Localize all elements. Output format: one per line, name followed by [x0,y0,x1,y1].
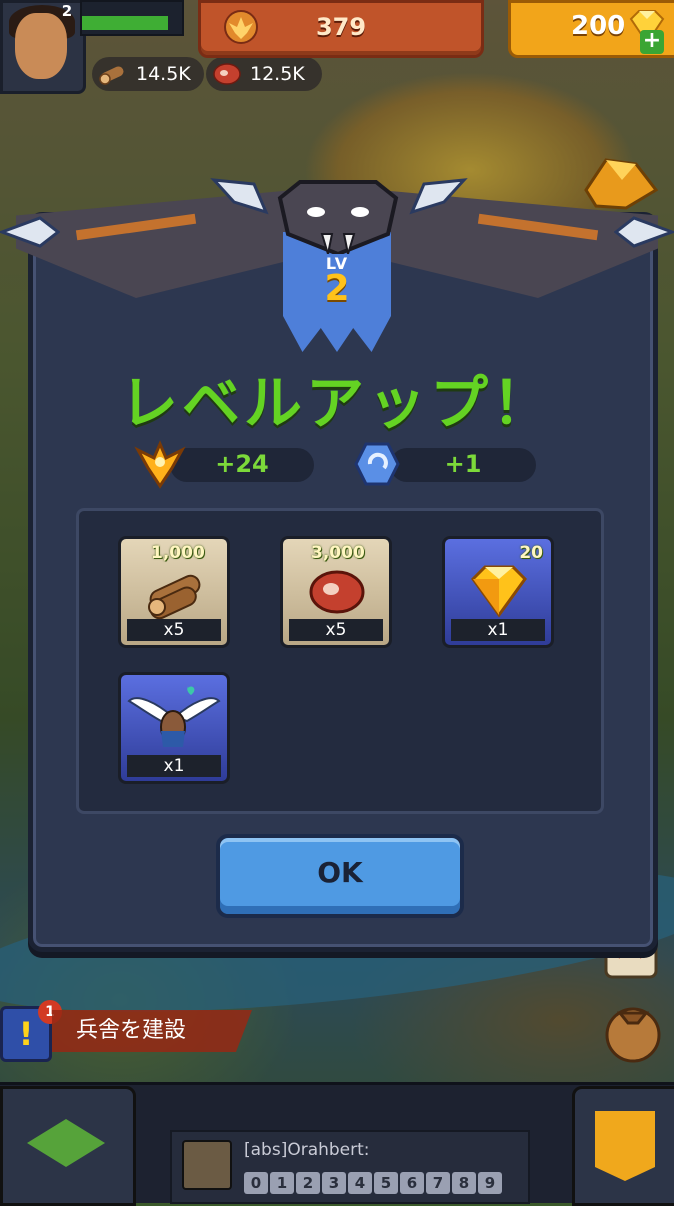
reward-flying-pet[interactable]: x1 [118,672,230,784]
chat-digit: 2 [296,1172,320,1194]
quest-tracker[interactable]: ! 1 兵舎を建設 [0,1000,252,1062]
level-banner-number: 2 [324,268,350,309]
top-hud: 2 14.5K 12.5K 379 200 + [0,0,674,95]
reward-qty: x5 [289,619,383,641]
gem-amount: 200 [571,11,626,41]
wood-amount: 14.5K [136,63,191,85]
chat-digit: 8 [452,1172,476,1194]
meat-icon [309,570,365,614]
chat-digit: 6 [400,1172,424,1194]
chat-message: 0 1 2 3 4 5 6 7 8 9 [244,1172,502,1194]
spear-tip-icon [210,178,269,215]
reward-qty: x1 [451,619,545,641]
meat-amount: 12.5K [250,63,305,85]
map-tile-icon [27,1119,105,1167]
chat-digit: 9 [478,1172,502,1194]
skill-point-icon [354,442,400,486]
reward-amount: 1,000 [151,543,205,563]
gold-amount: 379 [315,13,367,41]
wood-resource[interactable]: 14.5K [92,57,204,91]
chat-avatar [182,1140,232,1190]
wood-icon [99,66,124,85]
skill-gain-value: +1 [444,450,482,478]
reward-wood[interactable]: 1,000 x5 [118,536,230,648]
alliance-banner-button[interactable] [572,1086,674,1206]
level-up-title: レベルアップ！ [119,369,554,437]
reward-meat[interactable]: 3,000 x5 [280,536,392,648]
wood-icon [148,574,201,619]
spear-tip-icon [409,178,468,215]
reward-amount: 20 [519,543,543,563]
xp-bar [80,0,184,36]
chat-sender: [abs]Orahbert: [244,1140,370,1160]
player-level: 2 [61,2,73,20]
wing-stripe [75,213,197,241]
power-gain-value: +24 [215,450,269,478]
reward-gems[interactable]: 20 x1 [442,536,554,648]
chat-digit: 5 [374,1172,398,1194]
spear-tip-icon [0,216,60,248]
chat-digit: 3 [322,1172,346,1194]
world-map-button[interactable] [0,1086,136,1206]
meat-icon [213,63,241,85]
wing-stripe [477,213,599,241]
quest-label: 兵舎を建設 [52,1010,252,1052]
gem-icon [471,565,527,618]
reward-qty: x5 [127,619,221,641]
chat-preview[interactable]: [abs]Orahbert: 0 1 2 3 4 5 6 7 8 9 [170,1130,530,1204]
power-gain-pill: +24 [170,448,314,482]
sabertooth-head-icon [277,180,399,254]
gold-counter[interactable]: 379 [198,0,484,58]
reward-amount: 3,000 [311,543,365,563]
skill-gain-pill: +1 [390,448,536,482]
chat-digit: 0 [244,1172,268,1194]
spear-tip-icon [614,216,674,248]
bag-icon[interactable] [598,995,668,1065]
reward-qty: x1 [127,755,221,777]
avatar-face [15,13,67,79]
chat-digit: 7 [426,1172,450,1194]
phoenix-icon [134,440,186,489]
winged-pet-icon [127,686,221,747]
chat-digit: 4 [348,1172,372,1194]
meat-resource[interactable]: 12.5K [206,57,322,91]
add-gems-button[interactable]: + [640,30,664,54]
gem-pile-icon[interactable] [576,150,666,214]
xp-bar-fill [82,16,168,30]
ok-button[interactable]: OK [216,834,464,918]
chat-digit: 1 [270,1172,294,1194]
ok-button-label: OK [317,856,363,889]
banner-flag-icon [595,1111,655,1181]
